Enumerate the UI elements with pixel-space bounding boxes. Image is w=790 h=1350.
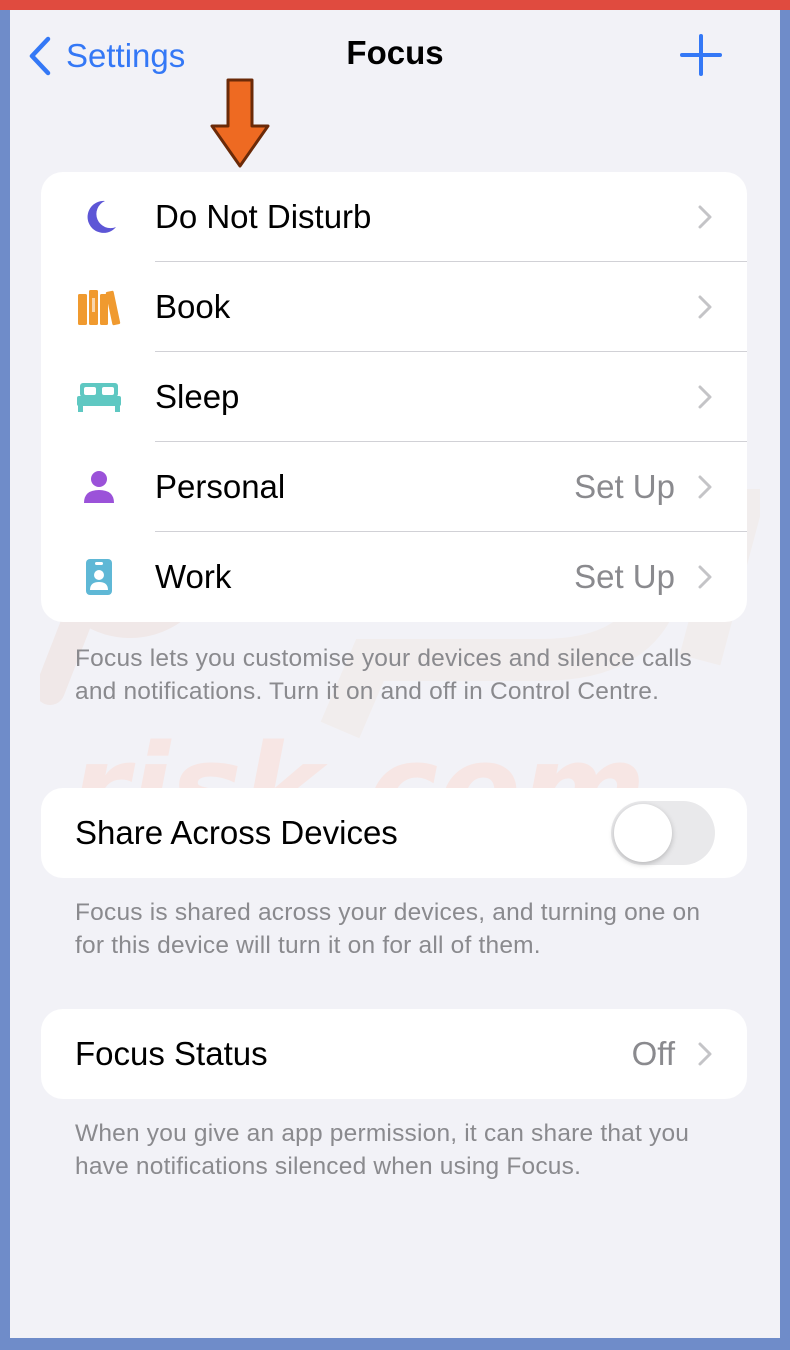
row-label: Book — [155, 288, 231, 325]
status-footnote: When you give an app permission, it can … — [75, 1120, 690, 1180]
row-label: Sleep — [155, 378, 240, 415]
focus-mode-sleep[interactable]: Sleep — [41, 352, 747, 442]
chevron-right-icon — [698, 295, 712, 319]
focus-footnote: Focus lets you customise your devices an… — [75, 645, 692, 705]
plus-icon[interactable] — [678, 32, 724, 78]
focus-status-group: Focus Status Off — [41, 1009, 747, 1099]
share-across-devices-row: Share Across Devices — [41, 788, 747, 878]
books-icon — [73, 286, 125, 328]
row-label: Share Across Devices — [75, 814, 398, 851]
share-footnote: Focus is shared across your devices, and… — [75, 899, 701, 959]
moon-icon — [73, 196, 125, 238]
settings-screen: risk.com Settings Focus Do Not Disturb — [10, 10, 780, 1338]
focus-modes-list: Do Not Disturb Book Sleep Personal Set U… — [41, 172, 747, 622]
chevron-right-icon — [698, 475, 712, 499]
focus-mode-personal[interactable]: Personal Set Up — [41, 442, 747, 532]
bed-icon — [73, 376, 125, 418]
status-strip — [0, 0, 790, 10]
toggle-knob — [614, 804, 672, 862]
focus-mode-do-not-disturb[interactable]: Do Not Disturb — [41, 172, 747, 262]
focus-status-row[interactable]: Focus Status Off — [41, 1009, 747, 1099]
id-badge-icon — [73, 556, 125, 598]
row-label: Do Not Disturb — [155, 198, 372, 235]
share-across-devices-group: Share Across Devices — [41, 788, 747, 878]
chevron-right-icon — [698, 385, 712, 409]
row-label: Focus Status — [75, 1035, 268, 1072]
focus-mode-book[interactable]: Book — [41, 262, 747, 352]
row-label: Work — [155, 558, 232, 595]
row-value: Set Up — [574, 468, 675, 505]
person-icon — [73, 466, 125, 508]
annotation-arrow-icon — [210, 78, 270, 168]
row-value: Set Up — [574, 558, 675, 595]
share-across-devices-toggle[interactable] — [611, 801, 715, 865]
page-title: Focus — [346, 34, 444, 71]
chevron-right-icon — [698, 565, 712, 589]
row-value: Off — [631, 1035, 675, 1072]
chevron-right-icon — [698, 1042, 712, 1066]
focus-mode-work[interactable]: Work Set Up — [41, 532, 747, 622]
row-label: Personal — [155, 468, 286, 505]
chevron-right-icon — [698, 205, 712, 229]
navigation-bar: Settings Focus — [10, 10, 780, 100]
